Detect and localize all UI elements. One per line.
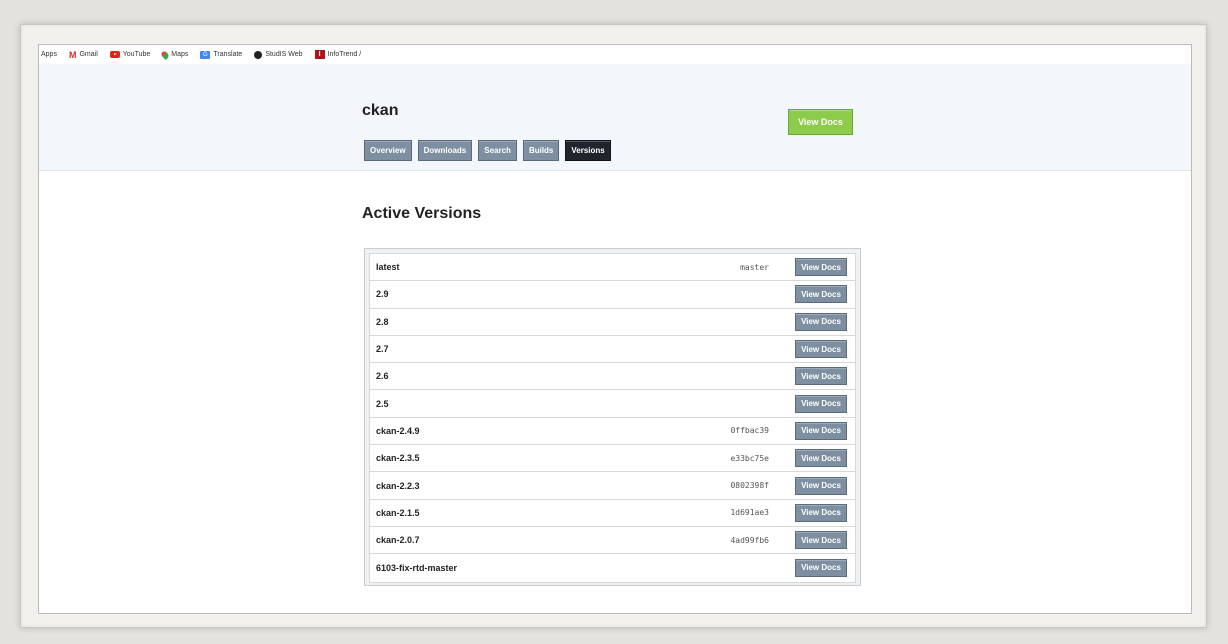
view-docs-button[interactable]: View Docs (795, 340, 847, 359)
tab-overview[interactable]: Overview (364, 140, 412, 161)
tab-versions[interactable]: Versions (565, 140, 611, 161)
bookmark-infotrend[interactable]: I InfoTrend / (314, 50, 362, 59)
bookmark-label: InfoTrend / (327, 51, 362, 58)
view-docs-button[interactable]: View Docs (795, 476, 847, 495)
bookmarks-bar: Apps M Gmail YouTube Maps G Translate St… (39, 45, 1191, 64)
section-title: Active Versions (362, 205, 482, 222)
project-header: ckan Overview Downloads Search Builds Ve… (39, 64, 1191, 171)
version-row: ckan-2.3.5 e33bc75e View Docs (370, 445, 855, 473)
versions-panel: latest master View Docs 2.9 View Docs 2.8 View… (364, 248, 861, 586)
version-name[interactable]: ckan-2.0.7 (376, 535, 420, 545)
version-name[interactable]: 2.7 (376, 344, 389, 354)
view-docs-button[interactable]: View Docs (795, 558, 847, 577)
view-docs-button[interactable]: View Docs (795, 421, 847, 440)
bookmark-label: YouTube (122, 51, 151, 58)
studis-icon (254, 50, 263, 59)
project-nav: Overview Downloads Search Builds Version… (364, 140, 611, 161)
version-name[interactable]: ckan-2.1.5 (376, 508, 420, 518)
view-docs-button[interactable]: View Docs (795, 503, 847, 522)
version-row: 2.7 View Docs (370, 336, 855, 364)
gmail-icon: M (68, 49, 77, 60)
view-docs-button[interactable]: View Docs (795, 367, 847, 386)
version-ref: master (740, 262, 769, 272)
version-row: 2.6 View Docs (370, 363, 855, 391)
view-docs-button[interactable]: View Docs (788, 109, 853, 135)
bookmark-translate[interactable]: G Translate (200, 50, 243, 59)
version-ref: 0802398f (730, 481, 769, 491)
tab-search[interactable]: Search (478, 140, 517, 161)
bookmark-label: Maps (171, 51, 189, 58)
version-name[interactable]: ckan-2.3.5 (376, 453, 420, 463)
browser-window: Apps M Gmail YouTube Maps G Translate St… (38, 44, 1192, 614)
view-docs-button[interactable]: View Docs (795, 531, 847, 550)
view-docs-button[interactable]: View Docs (795, 285, 847, 304)
version-name[interactable]: ckan-2.4.9 (376, 426, 420, 436)
translate-icon: G (200, 50, 211, 59)
version-name[interactable]: 6103-fix-rtd-master (376, 563, 457, 573)
view-docs-button[interactable]: View Docs (795, 394, 847, 413)
infotrend-icon: I (314, 50, 325, 59)
version-row: ckan-2.1.5 1d691ae3 View Docs (370, 500, 855, 527)
bookmark-gmail[interactable]: M Gmail (69, 50, 98, 60)
version-row: ckan-2.4.9 0ffbac39 View Docs (370, 418, 855, 446)
bookmark-youtube[interactable]: YouTube (109, 51, 151, 58)
version-row: ckan-2.2.3 0802398f View Docs (370, 472, 855, 500)
version-name[interactable]: 2.5 (376, 399, 389, 409)
project-title: ckan (362, 102, 399, 119)
version-ref: 1d691ae3 (730, 508, 769, 518)
version-row: latest master View Docs (370, 254, 855, 282)
bookmark-label: Gmail (79, 51, 98, 58)
view-docs-button[interactable]: View Docs (795, 449, 847, 468)
version-ref: e33bc75e (730, 453, 769, 463)
view-docs-button[interactable]: View Docs (795, 258, 847, 277)
version-row: 2.9 View Docs (370, 281, 855, 309)
youtube-icon (109, 51, 120, 58)
version-name[interactable]: ckan-2.2.3 (376, 481, 420, 491)
version-name[interactable]: 2.6 (376, 371, 389, 381)
bookmark-label: Apps (41, 51, 57, 58)
tab-builds[interactable]: Builds (522, 140, 560, 161)
bookmark-studis[interactable]: StudIS Web (254, 50, 303, 59)
version-ref: 4ad99fb6 (730, 535, 769, 545)
version-row: 2.8 View Docs (370, 309, 855, 336)
version-row: ckan-2.0.7 4ad99fb6 View Docs (370, 527, 855, 555)
version-row: 6103-fix-rtd-master View Docs (370, 554, 855, 581)
bookmark-apps[interactable]: Apps (41, 51, 57, 58)
version-row: 2.5 View Docs (370, 390, 855, 418)
maps-icon (160, 49, 171, 60)
versions-list: latest master View Docs 2.9 View Docs 2.8 View… (369, 253, 856, 583)
view-docs-button[interactable]: View Docs (795, 312, 847, 331)
bookmark-label: Translate (213, 51, 243, 58)
version-name[interactable]: latest (376, 262, 400, 272)
version-name[interactable]: 2.9 (376, 289, 389, 299)
bookmark-label: StudIS Web (265, 51, 303, 58)
bookmark-maps[interactable]: Maps (160, 49, 189, 60)
version-name[interactable]: 2.8 (376, 317, 389, 327)
tab-downloads[interactable]: Downloads (417, 140, 473, 161)
version-ref: 0ffbac39 (730, 426, 769, 436)
